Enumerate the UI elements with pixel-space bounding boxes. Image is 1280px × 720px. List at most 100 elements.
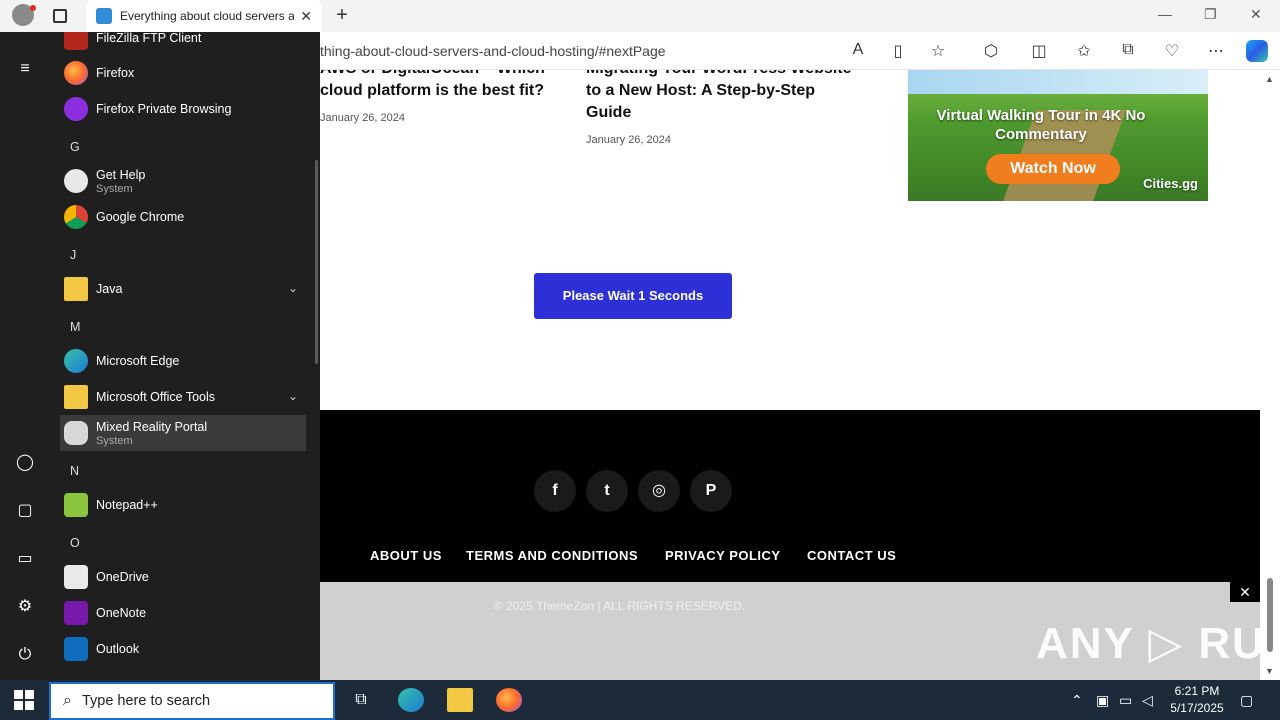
favorite-star-icon[interactable]: ☆ [928, 41, 948, 61]
restore-button[interactable]: ❐ [1204, 6, 1217, 23]
page-scrollbar[interactable]: ▲ ▼ [1261, 70, 1280, 680]
app-name: Firefox [96, 66, 135, 80]
app-google-chrome[interactable]: Google Chrome [60, 199, 306, 235]
app-mixed-reality-portal[interactable]: Mixed Reality Portal System [60, 415, 306, 451]
user-account-icon[interactable]: ◯ [14, 452, 36, 474]
footer-link-about[interactable]: ABOUT US [370, 548, 442, 563]
app-subtitle: System [96, 434, 133, 447]
taskbar-firefox-icon[interactable] [496, 688, 522, 712]
more-menu-icon[interactable]: ⋯ [1206, 41, 1226, 61]
notification-dot [30, 5, 36, 11]
close-tab-icon[interactable]: ✕ [300, 8, 312, 25]
app-firefox-private[interactable]: Firefox Private Browsing [60, 91, 306, 127]
taskbar-clock[interactable]: 6:21 PM 5/17/2025 [1160, 683, 1234, 717]
article-title[interactable]: AWS or DigitalOcean – Which cloud platfo… [320, 70, 560, 102]
please-wait-button[interactable]: Please Wait 1 Seconds [534, 273, 732, 319]
instagram-icon[interactable]: ◎ [638, 470, 680, 512]
app-notepadpp[interactable]: Notepad++ [60, 487, 306, 523]
app-office-tools-folder[interactable]: Microsoft Office Tools ⌄ [60, 379, 306, 415]
browser-essentials-icon[interactable]: ♡ [1162, 41, 1182, 61]
search-placeholder: Type here to search [81, 693, 211, 709]
filezilla-icon [64, 32, 88, 50]
app-name: Outlook [96, 642, 140, 656]
extensions-icon[interactable]: ⬡ [981, 41, 1001, 61]
network-icon[interactable]: ▣ [1096, 692, 1109, 709]
twitter-icon[interactable]: t [586, 470, 628, 512]
advertisement-banner[interactable]: Virtual Walking Tour in 4K No Commentary… [908, 70, 1208, 201]
read-aloud-icon[interactable]: A [848, 41, 868, 59]
address-bar[interactable]: thing-about-cloud-servers-and-cloud-host… [320, 43, 666, 59]
article-title[interactable]: Migrating Your WordPress Website to a Ne… [586, 70, 856, 124]
favorites-icon[interactable]: ✩ [1074, 41, 1094, 61]
start-menu-scrollbar[interactable] [315, 160, 318, 364]
documents-icon[interactable]: ▢ [14, 500, 36, 522]
search-icon: ⌕ [63, 692, 72, 709]
app-java-folder[interactable]: Java ⌄ [60, 271, 306, 307]
app-name: OneDrive [96, 570, 149, 584]
taskbar-search-input[interactable]: ⌕ Type here to search [49, 682, 335, 720]
folder-icon [64, 385, 88, 409]
pinterest-icon[interactable]: P [690, 470, 732, 512]
scroll-up-icon[interactable]: ▲ [1265, 74, 1274, 84]
split-screen-icon[interactable]: ◫ [1029, 41, 1049, 61]
app-subtitle: System [96, 182, 133, 195]
ethernet-icon[interactable]: ▭ [1119, 692, 1132, 709]
app-outlook[interactable]: Outlook [60, 631, 306, 667]
file-explorer-icon[interactable] [447, 688, 473, 712]
folder-icon [64, 277, 88, 301]
app-firefox[interactable]: Firefox [60, 55, 306, 91]
tab-actions-icon[interactable] [53, 9, 67, 23]
anyrun-watermark: ANY ▷ RUN [1036, 619, 1260, 668]
onedrive-icon [64, 565, 88, 589]
windows-start-icon[interactable] [14, 690, 34, 710]
immersive-reader-icon[interactable]: ▯ [888, 41, 908, 61]
show-hidden-icons-chevron-icon[interactable]: ⌃ [1071, 692, 1083, 709]
group-letter-n[interactable]: N [70, 464, 79, 478]
app-filezilla[interactable]: FileZilla FTP Client [60, 32, 306, 56]
task-view-icon[interactable]: ⧉ [348, 688, 374, 712]
group-letter-o[interactable]: O [70, 536, 80, 550]
edge-icon [64, 349, 88, 373]
firefox-icon [64, 61, 88, 85]
article-date: January 26, 2024 [586, 134, 672, 146]
article-card[interactable]: AWS or DigitalOcean – Which cloud platfo… [320, 70, 560, 124]
outlook-icon [64, 637, 88, 661]
hamburger-menu-icon[interactable]: ≡ [14, 58, 36, 80]
copyright-bar: © 2025 ThemeZon | ALL RIGHTS RESERVED. ✕… [320, 582, 1260, 680]
app-onedrive[interactable]: OneDrive [60, 559, 306, 595]
firefox-private-icon [64, 97, 88, 121]
browser-tab-active[interactable]: Everything about cloud servers and cloud… [86, 0, 322, 32]
footer-link-terms[interactable]: TERMS AND CONDITIONS [466, 548, 638, 563]
copyright-text: © 2025 ThemeZon | ALL RIGHTS RESERVED. [494, 599, 746, 613]
ad-watch-now-button[interactable]: Watch Now [986, 154, 1120, 184]
copilot-icon[interactable] [1246, 40, 1268, 62]
scroll-down-icon[interactable]: ▼ [1265, 666, 1274, 676]
new-tab-button[interactable]: + [332, 4, 352, 27]
pictures-icon[interactable]: ▭ [14, 548, 36, 570]
taskbar-edge-icon[interactable] [398, 688, 424, 712]
settings-gear-icon[interactable]: ⚙ [14, 596, 36, 618]
notification-center-icon[interactable]: ▢ [1240, 692, 1253, 709]
volume-icon[interactable]: ◁ [1142, 692, 1153, 709]
group-letter-g[interactable]: G [70, 140, 80, 154]
collections-icon[interactable]: ⧉ [1118, 41, 1138, 59]
mixed-reality-icon [64, 421, 88, 445]
power-icon[interactable]: ⏻ [14, 644, 36, 666]
footer-link-contact[interactable]: CONTACT US [807, 548, 896, 563]
scroll-thumb[interactable] [1267, 578, 1273, 652]
article-card[interactable]: Migrating Your WordPress Website to a Ne… [586, 70, 856, 146]
app-onenote[interactable]: OneNote [60, 595, 306, 631]
close-window-button[interactable]: ✕ [1250, 6, 1262, 23]
app-microsoft-edge[interactable]: Microsoft Edge [60, 343, 306, 379]
ad-brand: Cities.gg [1143, 176, 1198, 191]
app-list: FileZilla FTP Client Firefox Firefox Pri… [50, 32, 310, 680]
close-ad-icon[interactable]: ✕ [1230, 582, 1260, 602]
group-letter-m[interactable]: M [70, 320, 80, 334]
minimize-button[interactable]: — [1158, 6, 1172, 22]
group-letter-j[interactable]: J [70, 248, 76, 262]
onenote-icon [64, 601, 88, 625]
app-get-help[interactable]: Get Help System [60, 163, 306, 199]
facebook-icon[interactable]: f [534, 470, 576, 512]
site-favicon-icon [96, 8, 112, 24]
footer-link-privacy[interactable]: PRIVACY POLICY [665, 548, 781, 563]
